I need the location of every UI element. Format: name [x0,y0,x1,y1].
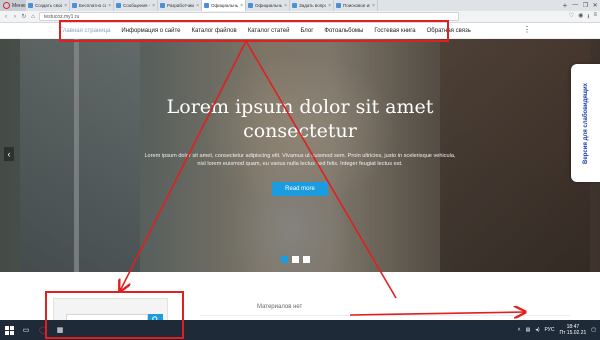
tab-title: Официальный сайт [255,3,282,8]
taskbar-explorer-icon[interactable]: ▭ [20,324,32,336]
hero-slider: ‹ Lorem ipsum dolor sit amet consectetur… [0,39,600,272]
nav-link[interactable]: Обратная связь [427,28,471,34]
tab-title: Сообщения - Служба по [123,3,151,8]
back-icon[interactable]: ‹ [3,14,9,20]
browser-tab[interactable]: Официальный сайт - Тест× [202,0,246,11]
url-field[interactable]: testucoz.my1.ru [39,12,459,21]
hero-content: Lorem ipsum dolor sit amet consectetur L… [140,95,460,196]
tab-title: Бесплатно сайты - Дизайн [79,3,106,8]
hero-title: Lorem ipsum dolor sit amet consectetur [166,96,434,142]
hero-text: Lorem ipsum dolor sit amet, consectetur … [144,153,456,167]
taskbar-app-icon[interactable]: ▦ [54,324,66,336]
tab-favicon-icon [336,3,341,8]
tab-favicon-icon [72,3,77,8]
nav-link[interactable]: Блог [300,28,313,34]
nav-link[interactable]: Гостевая книга [374,28,415,34]
slider-dot[interactable] [281,256,288,263]
download-icon[interactable]: ⭳ [587,12,589,22]
forward-icon[interactable]: › [12,14,18,20]
tab-title: Поисковое изменения [343,3,370,8]
network-icon[interactable]: ▤ [526,327,531,333]
tab-close-icon[interactable]: × [328,3,331,9]
tab-close-icon[interactable]: × [64,3,67,9]
chevron-left-icon[interactable]: ‹ [4,147,14,161]
language-indicator[interactable]: РУС [545,327,555,333]
tab-favicon-icon [116,3,121,8]
tab-title: Официальный сайт - Тест [211,3,238,8]
nav-link[interactable]: Информация о сайте [121,28,180,34]
browser-tab-bar: Меню Создать свой сайт - uCoz×Бесплатно … [0,0,600,11]
browser-tab[interactable]: Бесплатно сайты - Дизайн× [70,0,114,11]
site-navigation: Главная страница Информация о сайте Катало… [0,23,600,39]
tab-close-icon[interactable]: × [372,3,375,9]
tab-close-icon[interactable]: × [196,3,199,9]
content-divider [200,315,570,316]
browser-tab[interactable]: Создать свой сайт - uCoz× [26,0,70,11]
tab-close-icon[interactable]: × [284,3,287,9]
browser-tab[interactable]: Задать вопрос - uBoard× [290,0,334,11]
clock[interactable]: 18:47 Пт 15.02.21 [560,324,587,336]
notifications-icon[interactable]: ▢ [591,327,596,333]
tab-title: Создать свой сайт - uCoz [35,3,63,8]
settings-icon[interactable]: ≡ [593,12,597,22]
hero-background-left [20,39,140,272]
tab-favicon-icon [292,3,297,8]
accessibility-version-label: Версия для слабовидящих [582,82,589,164]
nav-link[interactable]: Фотоальбомы [324,28,363,34]
reload-icon[interactable]: ↻ [21,13,27,20]
browser-menu-button[interactable]: Меню [0,0,26,11]
slider-dot[interactable] [292,256,299,263]
accessibility-version-tab[interactable]: Версия для слабовидящих [571,64,600,182]
nav-link[interactable]: Главная страница [60,28,110,34]
tab-favicon-icon [248,3,253,8]
slider-dot[interactable] [303,256,310,263]
nav-link[interactable]: Каталог статей [248,28,290,34]
browser-tab[interactable]: Разработчики - Служба× [158,0,202,11]
nav-link[interactable]: Каталог файлов [192,28,237,34]
address-bar-actions: ♡ ◉ ⭳ ≡ [569,12,597,22]
new-tab-button[interactable]: + [560,0,570,11]
start-button[interactable] [3,324,15,336]
tab-title: Задать вопрос - uBoard [299,3,326,8]
tab-close-icon[interactable]: × [152,3,155,9]
volume-icon[interactable]: ◂) [535,327,539,333]
tab-close-icon[interactable]: × [240,3,243,9]
windows-logo-icon [4,325,14,335]
bookmark-icon[interactable]: ♡ [569,12,574,22]
windows-taskbar: ▭ ◯ ▦ ˄ ▤ ◂) РУС 18:47 Пт 15.02.21 ▢ [0,320,600,340]
address-bar: ‹ › ↻ ⌂ testucoz.my1.ru ♡ ◉ ⭳ ≡ [0,11,600,23]
taskbar-opera-icon[interactable]: ◯ [37,324,49,336]
tab-close-icon[interactable]: × [108,3,111,9]
tab-favicon-icon [204,3,209,8]
close-icon[interactable]: ✕ [593,2,598,9]
tab-favicon-icon [28,3,33,8]
browser-tab[interactable]: Сообщения - Служба по× [114,0,158,11]
slider-dots [281,256,310,263]
tray-chevron-icon[interactable]: ˄ [518,327,521,333]
clock-date: Пт 15.02.21 [559,330,587,336]
home-icon[interactable]: ⌂ [30,14,36,20]
hero-background-pole [74,39,79,272]
empty-content-message: Материалов нет [257,304,303,310]
minimize-icon[interactable]: — [572,2,578,9]
browser-tab[interactable]: Официальный сайт× [246,0,290,11]
camera-icon[interactable]: ◉ [578,12,583,22]
maximize-icon[interactable]: ❐ [583,2,588,9]
window-controls: — ❐ ✕ [570,2,600,9]
tab-favicon-icon [160,3,165,8]
system-tray: ˄ ▤ ◂) РУС 18:47 Пт 15.02.21 ▢ [518,324,600,336]
nav-links: Главная страница Информация о сайте Катало… [0,28,471,34]
kebab-menu-icon[interactable]: ⋮ [523,25,531,34]
hero-background-right [440,39,590,272]
read-more-button[interactable]: Read more [272,182,328,196]
tab-title: Разработчики - Служба [167,3,195,8]
opera-icon [3,2,10,9]
tab-list: Создать свой сайт - uCoz×Бесплатно сайты… [26,0,560,11]
browser-menu-label: Меню [12,2,26,9]
browser-tab[interactable]: Поисковое изменения× [334,0,378,11]
